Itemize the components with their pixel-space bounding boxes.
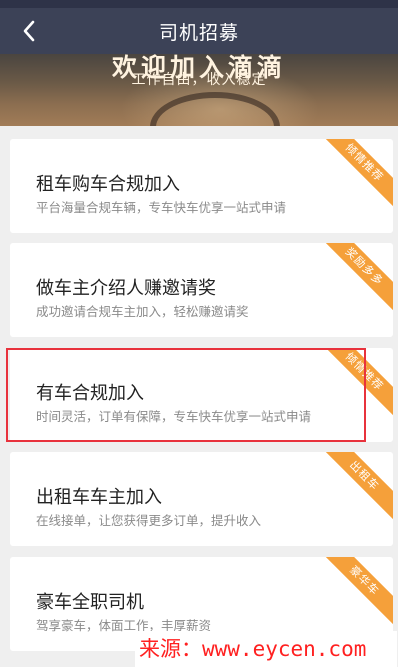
chevron-left-icon [23, 20, 35, 42]
card-description: 时间灵活，订单有保障，专车快车优享一站式申请 [36, 409, 312, 424]
card-title: 出租车车主加入 [36, 487, 162, 508]
hero-banner: 欢迎加入滴滴 工作自由，收入稳定 [0, 54, 398, 126]
card-title: 租车购车合规加入 [36, 174, 180, 195]
card-description: 成功邀请合规车主加入，轻松赚邀请奖 [36, 304, 249, 319]
source-watermark: 来源：www.eycen.com [135, 631, 397, 667]
top-nav-bar: 司机招募 [0, 8, 398, 54]
option-card-own-car[interactable]: 有车合规加入 时间灵活，订单有保障，专车快车优享一站式申请 倾情推荐 [10, 348, 393, 442]
option-card-rent-buy[interactable]: 租车购车合规加入 平台海量合规车辆，专车快车优享一站式申请 倾情推荐 [10, 139, 393, 233]
reward-badge: 奖励多多 [318, 243, 393, 313]
card-title: 有车合规加入 [36, 383, 144, 404]
luxury-badge: 豪华车 [318, 557, 393, 627]
banner-subtitle: 工作自由，收入稳定 [131, 72, 267, 88]
card-description: 在线接单，让您获得更多订单，提升收入 [36, 513, 262, 528]
option-card-taxi[interactable]: 出租车车主加入 在线接单，让您获得更多订单，提升收入 出租车 [10, 452, 393, 546]
card-title: 豪车全职司机 [36, 592, 144, 613]
taxi-badge: 出租车 [318, 452, 393, 522]
recommend-badge: 倾情推荐 [318, 348, 393, 418]
card-title: 做车主介绍人赚邀请奖 [36, 278, 216, 299]
card-description: 平台海量合规车辆，专车快车优享一站式申请 [36, 200, 287, 215]
back-button[interactable] [14, 16, 44, 46]
option-card-referrer[interactable]: 做车主介绍人赚邀请奖 成功邀请合规车主加入，轻松赚邀请奖 奖励多多 [10, 243, 393, 337]
page-title: 司机招募 [158, 21, 239, 44]
recommend-badge: 倾情推荐 [318, 139, 393, 209]
status-bar [0, 0, 398, 8]
